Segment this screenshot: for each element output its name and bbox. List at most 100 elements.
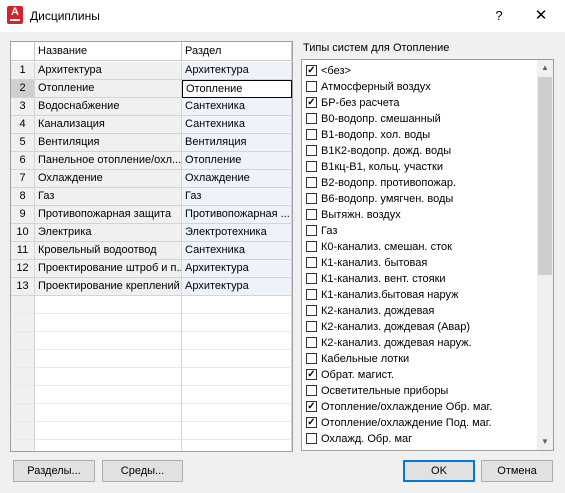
section-cell[interactable]: Отопление [182,80,292,98]
table-row[interactable]: 3 Водоснабжение Сантехника [11,98,292,116]
table-row[interactable]: 8 Газ Газ [11,188,292,206]
help-button[interactable]: ? [485,2,513,30]
empty-row [11,296,292,314]
discipline-name-cell[interactable]: Кровельный водоотвод [35,242,182,260]
checkbox[interactable] [306,129,317,140]
discipline-name-cell[interactable]: Проектирование штроб и п... [35,260,182,278]
checkbox[interactable] [306,145,317,156]
empty-cell [11,422,35,440]
checkbox[interactable] [306,225,317,236]
row-number[interactable]: 12 [11,260,35,278]
row-number[interactable]: 11 [11,242,35,260]
checkbox[interactable] [306,433,317,444]
discipline-name-cell[interactable]: Архитектура [35,62,182,80]
empty-row [11,332,292,350]
disciplines-grid[interactable]: Название Раздел 1 Архитектура Архитектура 2… [10,41,293,452]
empty-cell [35,332,182,350]
checkbox[interactable] [306,241,317,252]
checkbox[interactable] [306,321,317,332]
discipline-name-cell[interactable]: Газ [35,188,182,206]
scroll-down-icon[interactable]: ▼ [537,434,553,450]
section-cell[interactable]: Сантехника [182,242,292,260]
table-row[interactable]: 6 Панельное отопление/охл... Отопление [11,152,292,170]
discipline-name-cell[interactable]: Канализация [35,116,182,134]
close-icon[interactable]: ✕ [527,2,555,30]
cancel-button[interactable]: Отмена [481,460,553,482]
checkbox[interactable] [306,209,317,220]
checkbox[interactable] [306,161,317,172]
table-row[interactable]: 4 Канализация Сантехника [11,116,292,134]
checkbox[interactable]: ✓ [306,401,317,412]
section-cell[interactable]: Сантехника [182,98,292,116]
environments-button[interactable]: Среды... [102,460,183,482]
section-cell[interactable]: Охлаждение [182,170,292,188]
scrollbar[interactable]: ▲ ▼ [537,60,553,450]
scroll-thumb[interactable] [538,77,552,275]
checkbox[interactable]: ✓ [306,417,317,428]
discipline-name-cell[interactable]: Противопожарная защита [35,206,182,224]
row-number[interactable]: 7 [11,170,35,188]
section-cell[interactable]: Электротехника [182,224,292,242]
row-number[interactable]: 8 [11,188,35,206]
scroll-up-icon[interactable]: ▲ [537,60,553,76]
discipline-name-cell[interactable]: Охлаждение [35,170,182,188]
empty-cell [35,404,182,422]
empty-cell [182,296,292,314]
checkbox[interactable] [306,289,317,300]
section-cell[interactable]: Архитектура [182,278,292,296]
table-row[interactable]: 11 Кровельный водоотвод Сантехника [11,242,292,260]
discipline-name-cell[interactable]: Электрика [35,224,182,242]
row-number[interactable]: 5 [11,134,35,152]
empty-cell [11,386,35,404]
table-row[interactable]: 9 Противопожарная защита Противопожарная .… [11,206,292,224]
checkbox[interactable] [306,177,317,188]
row-number[interactable]: 13 [11,278,35,296]
row-number[interactable]: 4 [11,116,35,134]
row-number[interactable]: 9 [11,206,35,224]
section-cell[interactable]: Сантехника [182,116,292,134]
table-row[interactable]: 10 Электрика Электротехника [11,224,292,242]
checkbox[interactable]: ✓ [306,65,317,76]
row-number[interactable]: 10 [11,224,35,242]
checkbox[interactable] [306,305,317,316]
sections-button[interactable]: Разделы... [13,460,95,482]
section-cell[interactable]: Архитектура [182,260,292,278]
table-row[interactable]: 1 Архитектура Архитектура [11,62,292,80]
table-row[interactable]: 13 Проектирование креплений Архитектура [11,278,292,296]
discipline-name-cell[interactable]: Водоснабжение [35,98,182,116]
row-number[interactable]: 2 [11,80,35,98]
checkbox[interactable]: ✓ [306,97,317,108]
checkbox[interactable] [306,353,317,364]
checkbox[interactable] [306,113,317,124]
table-row[interactable]: 2 Отопление Отопление [11,80,292,98]
row-number[interactable]: 6 [11,152,35,170]
discipline-name-cell[interactable]: Проектирование креплений [35,278,182,296]
header-name[interactable]: Название [35,42,182,61]
empty-cell [35,368,182,386]
table-row[interactable]: 5 Вентиляция Вентиляция [11,134,292,152]
section-cell[interactable]: Отопление [182,152,292,170]
checkbox[interactable] [306,257,317,268]
discipline-name-cell[interactable]: Отопление [35,80,182,98]
discipline-name-cell[interactable]: Панельное отопление/охл... [35,152,182,170]
ok-button[interactable]: OK [403,460,475,482]
empty-cell [182,368,292,386]
checkbox[interactable] [306,193,317,204]
section-cell[interactable]: Вентиляция [182,134,292,152]
checkbox[interactable] [306,337,317,348]
checkbox[interactable] [306,385,317,396]
header-section[interactable]: Раздел [182,42,292,61]
empty-cell [11,440,35,451]
section-cell[interactable]: Противопожарная ... [182,206,292,224]
checkbox[interactable]: ✓ [306,369,317,380]
system-types-list[interactable]: ✓ <без> Атмосферный воздух ✓ БР-без расчета В… [301,59,554,451]
section-cell[interactable]: Газ [182,188,292,206]
discipline-name-cell[interactable]: Вентиляция [35,134,182,152]
section-cell[interactable]: Архитектура [182,62,292,80]
table-row[interactable]: 7 Охлаждение Охлаждение [11,170,292,188]
row-number[interactable]: 1 [11,62,35,80]
checkbox[interactable] [306,273,317,284]
table-row[interactable]: 12 Проектирование штроб и п... Архитектура [11,260,292,278]
row-number[interactable]: 3 [11,98,35,116]
checkbox[interactable] [306,81,317,92]
